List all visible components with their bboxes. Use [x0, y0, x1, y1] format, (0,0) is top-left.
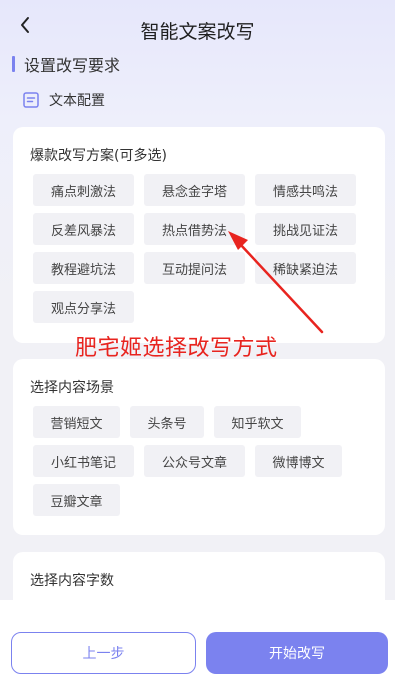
plan-option-chip[interactable]: 稀缺紧迫法: [255, 252, 356, 284]
text-config-label: 文本配置: [49, 93, 105, 109]
document-icon: [23, 92, 39, 108]
plan-option-chip[interactable]: 热点借势法: [144, 213, 245, 245]
scene-option-chip[interactable]: 头条号: [130, 406, 204, 438]
scene-option-chip[interactable]: 微博博文: [255, 445, 342, 477]
scene-option-chip[interactable]: 小红书笔记: [33, 445, 134, 477]
plan-option-chip[interactable]: 挑战见证法: [255, 213, 356, 245]
plan-option-chip[interactable]: 情感共鸣法: [255, 174, 356, 206]
section-heading: 设置改写要求: [12, 52, 120, 76]
scene-option-chip[interactable]: 知乎软文: [214, 406, 301, 438]
previous-step-button[interactable]: 上一步: [11, 632, 196, 674]
scene-option-chip[interactable]: 公众号文章: [144, 445, 245, 477]
word-count-title: 选择内容字数: [30, 573, 114, 589]
plan-option-chip[interactable]: 互动提问法: [144, 252, 245, 284]
page-title: 智能文案改写: [140, 21, 255, 43]
annotation-text: 肥宅姬选择改写方式: [75, 336, 278, 361]
plan-option-chip[interactable]: 悬念金字塔: [144, 174, 245, 206]
plan-option-chip[interactable]: 观点分享法: [33, 291, 134, 323]
scene-title: 选择内容场景: [30, 380, 114, 396]
rewrite-plan-title: 爆款改写方案(可多选): [30, 148, 167, 164]
plan-option-chip[interactable]: 痛点刺激法: [33, 174, 134, 206]
section-accent-bar: [12, 56, 15, 72]
start-rewrite-button[interactable]: 开始改写: [206, 632, 388, 674]
scene-option-chip[interactable]: 营销短文: [33, 406, 120, 438]
header: 智能文案改写: [0, 0, 395, 58]
plan-option-chip[interactable]: 反差风暴法: [33, 213, 134, 245]
scene-option-chip[interactable]: 豆瓣文章: [33, 484, 120, 516]
text-config-row[interactable]: 文本配置: [22, 90, 105, 110]
plan-option-chip[interactable]: 教程避坑法: [33, 252, 134, 284]
scene-card: 选择内容场景 营销短文 头条号 知乎软文 小红书笔记 公众号文章 微博博文 豆瓣…: [13, 359, 385, 535]
section-title: 设置改写要求: [24, 56, 121, 75]
rewrite-plan-card: 爆款改写方案(可多选) 痛点刺激法 悬念金字塔 情感共鸣法 反差风暴法 热点借势…: [13, 127, 385, 343]
